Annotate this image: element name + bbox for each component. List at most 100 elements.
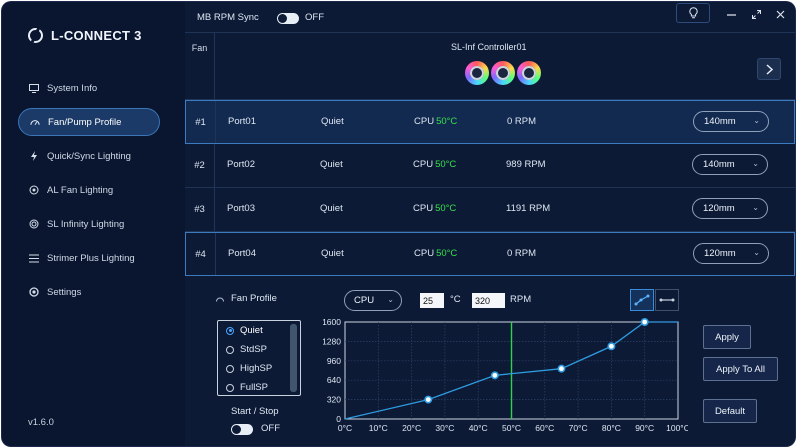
fan-column-header: Fan <box>185 33 215 100</box>
profile-option-stdsp[interactable]: StdSP <box>218 340 300 359</box>
flat-line-icon <box>659 298 675 302</box>
sidebar-item-al-fan-lighting[interactable]: AL Fan Lighting <box>18 176 160 204</box>
radio-button[interactable] <box>226 326 234 335</box>
sidebar-item-quick-sync-lighting[interactable]: Quick/Sync Lighting <box>18 142 160 170</box>
temp-source-select[interactable]: CPU ⌄ <box>344 290 402 311</box>
app-logo: L-CONNECT 3 <box>28 28 142 43</box>
chart-x-tick-label: 30°C <box>435 423 454 433</box>
controller-name: SL-Inf Controller01 <box>451 42 527 52</box>
chart-x-tick-label: 70°C <box>569 423 588 433</box>
curve-control-point[interactable] <box>640 317 649 327</box>
fan-rpm: 0 RPM <box>507 116 537 127</box>
next-controller-button[interactable] <box>757 58 781 80</box>
port-name: Port01 <box>228 116 256 127</box>
temp-input[interactable]: 25 <box>420 293 444 308</box>
fan-number: #1 <box>186 101 216 143</box>
rpm-input[interactable]: 320 <box>472 293 505 308</box>
sidebar-item-strimer-plus-lighting[interactable]: Strimer Plus Lighting <box>18 244 160 272</box>
fan-table: Fan SL-Inf Controller01 #1 Port01 Quiet … <box>185 32 795 276</box>
mb-rpm-sync-label: MB RPM Sync <box>197 12 259 23</box>
lianli-logo-icon <box>28 28 43 43</box>
radio-button[interactable] <box>226 364 234 373</box>
sidebar-nav: System Info Fan/Pump Profile Quick/Sync … <box>18 74 160 312</box>
cpu-label: CPU <box>413 159 434 170</box>
fan-rpm: 989 RPM <box>506 159 546 170</box>
fan-profile-label: Fan Profile <box>231 293 277 304</box>
mb-rpm-sync-toggle[interactable] <box>277 13 299 24</box>
sidebar-item-label: SL Infinity Lighting <box>47 218 125 230</box>
fan-size-value: 140mm <box>704 116 736 127</box>
profile-option-highsp[interactable]: HighSP <box>218 359 300 378</box>
radio-button[interactable] <box>226 345 234 354</box>
profile-option-quiet[interactable]: Quiet <box>218 321 300 340</box>
fan-row-2[interactable]: #2 Port02 Quiet CPU 50°C 989 RPM 140mm ⌄ <box>185 144 795 188</box>
sidebar-item-settings[interactable]: Settings <box>18 278 160 306</box>
flat-mode-button[interactable] <box>655 289 679 311</box>
start-stop-toggle[interactable] <box>231 424 253 435</box>
fan-row-1[interactable]: #1 Port01 Quiet CPU 50°C 0 RPM 140mm ⌄ <box>185 100 795 144</box>
close-icon <box>776 10 784 18</box>
chart-x-tick-label: 50°C <box>502 423 521 433</box>
temp-value: 50°C <box>436 248 458 259</box>
close-button[interactable] <box>770 4 790 24</box>
radio-button[interactable] <box>226 383 234 392</box>
lightbulb-icon <box>688 7 698 19</box>
chevron-down-icon: ⌄ <box>387 295 394 304</box>
apply-button[interactable]: Apply <box>703 325 751 349</box>
cpu-label: CPU <box>413 203 434 214</box>
sidebar: L-CONNECT 3 System Info Fan/Pump Profile… <box>2 2 185 446</box>
fan-number: #4 <box>186 233 216 275</box>
curve-control-point[interactable] <box>557 364 566 373</box>
fan-rgb-icon <box>491 61 515 85</box>
top-bar: MB RPM Sync OFF <box>185 2 795 32</box>
strimer-icon <box>29 253 39 263</box>
profile-option-fullsp[interactable]: FullSP <box>218 378 300 397</box>
fan-size-value: 120mm <box>703 203 735 214</box>
maximize-button[interactable] <box>746 4 766 24</box>
cpu-temp: CPU 50°C <box>413 203 456 214</box>
curve-control-point[interactable] <box>424 395 433 404</box>
chart-x-tick-label: 100°C <box>666 423 688 433</box>
chart-y-tick-label: 1600 <box>323 318 341 327</box>
curve-icon <box>634 294 650 306</box>
fan-size-select[interactable]: 140mm ⌄ <box>693 111 769 132</box>
profile-option-label: HighSP <box>240 363 273 374</box>
temp-value: 50°C <box>435 159 457 170</box>
fan-row-3[interactable]: #3 Port03 Quiet CPU 50°C 1191 RPM 120mm ⌄ <box>185 188 795 232</box>
sidebar-item-sl-infinity-lighting[interactable]: SL Infinity Lighting <box>18 210 160 238</box>
chart-x-tick-label: 20°C <box>402 423 421 433</box>
sidebar-item-label: Quick/Sync Lighting <box>47 150 131 162</box>
start-stop-label: Start / Stop <box>231 406 279 417</box>
fan-rgb-icon <box>517 61 541 85</box>
fan-row-4[interactable]: #4 Port04 Quiet CPU 50°C 0 RPM 120mm ⌄ <box>185 232 795 276</box>
lightbulb-button[interactable] <box>676 3 710 23</box>
cpu-temp: CPU 50°C <box>414 248 457 259</box>
curve-control-point[interactable] <box>490 371 499 380</box>
default-button[interactable]: Default <box>703 399 757 423</box>
sidebar-item-fan-pump-profile[interactable]: Fan/Pump Profile <box>18 108 160 136</box>
sidebar-item-label: Strimer Plus Lighting <box>47 252 135 264</box>
cpu-label: CPU <box>414 116 435 127</box>
app-version: v1.6.0 <box>28 417 54 428</box>
fan-size-select[interactable]: 120mm ⌄ <box>693 243 769 264</box>
fan-rpm: 0 RPM <box>507 248 537 259</box>
chart-x-tick-label: 40°C <box>469 423 488 433</box>
curve-mode-button[interactable] <box>630 289 654 311</box>
profile-list-scrollbar[interactable] <box>290 324 297 392</box>
fan-size-select[interactable]: 120mm ⌄ <box>692 198 768 219</box>
chevron-down-icon: ⌄ <box>753 248 760 257</box>
chevron-down-icon: ⌄ <box>753 116 760 125</box>
apply-to-all-button[interactable]: Apply To All <box>703 357 778 381</box>
curve-control-point[interactable] <box>607 342 616 351</box>
sidebar-item-system-info[interactable]: System Info <box>18 74 160 102</box>
fan-size-select[interactable]: 140mm ⌄ <box>692 154 768 175</box>
minimize-button[interactable] <box>721 4 741 24</box>
chart-y-tick-label: 1280 <box>323 336 341 346</box>
chevron-down-icon: ⌄ <box>752 203 759 212</box>
cpu-temp: CPU 50°C <box>414 116 457 127</box>
chart-x-tick-label: 10°C <box>369 423 388 433</box>
fan-curve-chart[interactable]: 0 320 640 960 1280 1600 0°C 10°C 20°C 30°C 40°C 50°… <box>322 317 690 441</box>
mb-rpm-sync-state: OFF <box>305 12 324 23</box>
start-stop-state: OFF <box>261 423 280 434</box>
app-window: L-CONNECT 3 System Info Fan/Pump Profile… <box>2 2 795 446</box>
